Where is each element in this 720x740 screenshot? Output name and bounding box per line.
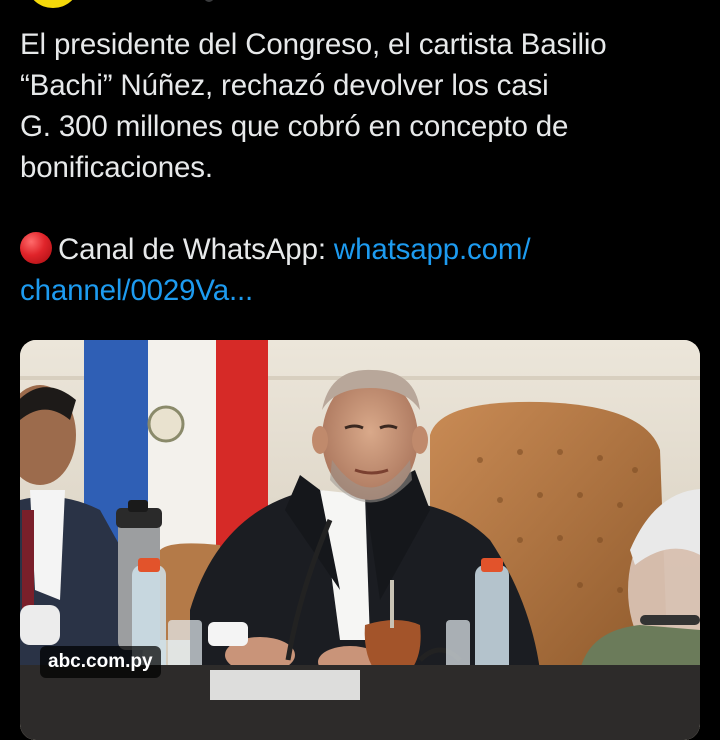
- photo-image: [20, 340, 700, 740]
- source-badge: abc.com.py: [40, 646, 161, 678]
- whatsapp-label: Canal de WhatsApp:: [58, 233, 334, 266]
- tweet-photo[interactable]: [20, 340, 700, 740]
- whatsapp-line: Canal de WhatsApp: whatsapp.com/ channel…: [20, 229, 700, 311]
- author-handle-separator: [204, 0, 214, 2]
- red-circle-icon: [20, 232, 52, 264]
- tweet-text: El presidente del Congreso, el cartista …: [20, 24, 700, 311]
- author-avatar[interactable]: [28, 0, 78, 8]
- tweet-body: El presidente del Congreso, el cartista …: [20, 28, 607, 184]
